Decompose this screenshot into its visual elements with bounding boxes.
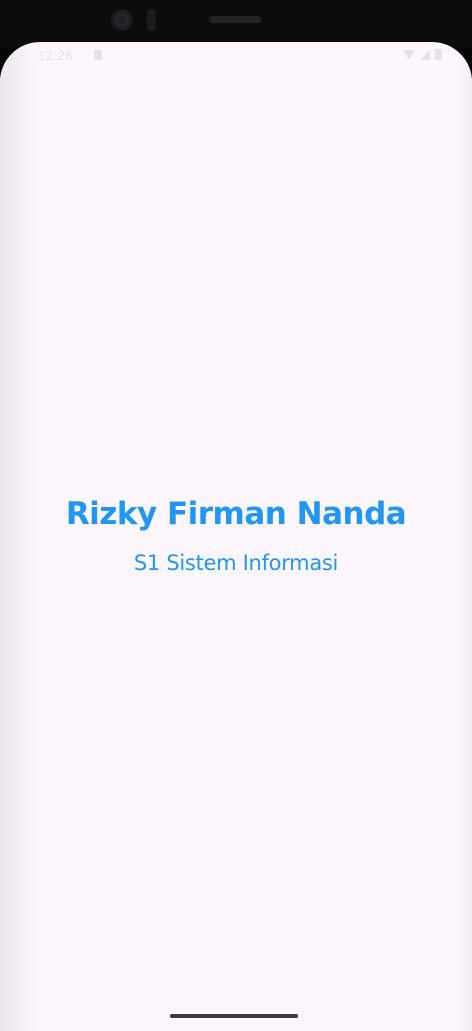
phone-device: 12:28 Rizky Firman Nanda S1 Sistem Infor… xyxy=(0,0,472,1031)
earpiece-speaker xyxy=(209,16,261,23)
status-bar: 12:28 xyxy=(0,42,472,70)
signal-icon xyxy=(420,49,430,60)
battery-icon xyxy=(435,49,442,60)
profile-content: Rizky Firman Nanda S1 Sistem Informasi xyxy=(0,490,472,580)
status-icons xyxy=(403,49,442,60)
notification-icon xyxy=(94,50,102,60)
wifi-icon xyxy=(403,49,415,60)
status-time: 12:28 xyxy=(38,48,74,63)
app-screen: 12:28 Rizky Firman Nanda S1 Sistem Infor… xyxy=(0,42,472,1031)
gesture-nav-handle[interactable] xyxy=(170,1014,298,1018)
proximity-sensor xyxy=(147,9,156,31)
top-bezel xyxy=(0,0,472,48)
profile-major: S1 Sistem Informasi xyxy=(133,551,339,575)
profile-name: Rizky Firman Nanda xyxy=(65,496,407,532)
front-camera-icon xyxy=(111,9,133,31)
